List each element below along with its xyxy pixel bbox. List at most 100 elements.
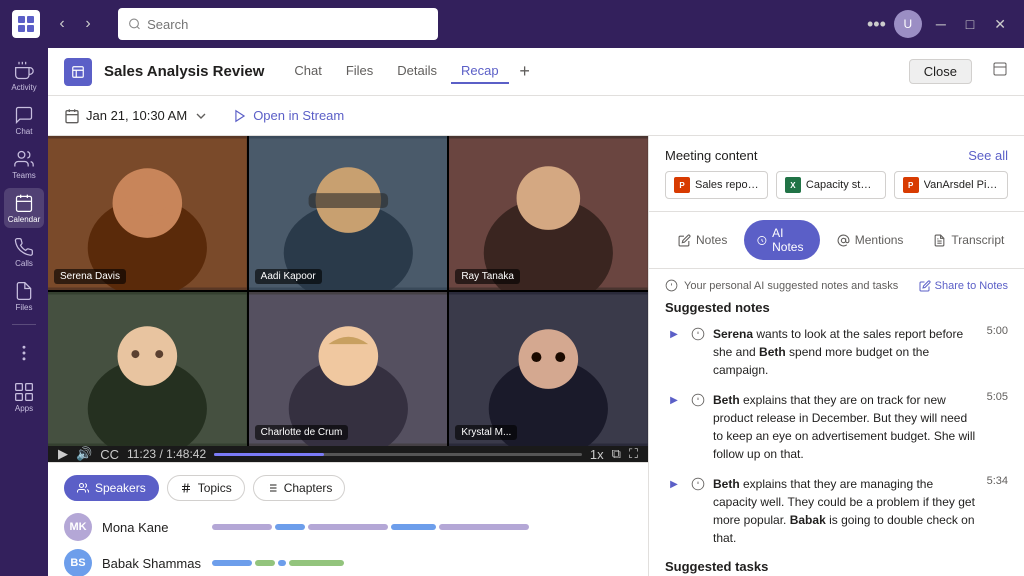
sidebar-label-teams: Teams (12, 171, 36, 180)
see-all-button[interactable]: See all (968, 148, 1008, 163)
minimize-button[interactable]: ─ (930, 16, 952, 32)
notes-tab-ai-notes[interactable]: AI Notes (744, 220, 819, 260)
date-bar: Jan 21, 10:30 AM Open in Stream (48, 96, 1024, 136)
file-name-1: Capacity stats list... (806, 179, 877, 191)
sidebar-item-calls[interactable]: Calls (4, 232, 44, 272)
notes-tab-notes[interactable]: Notes (665, 220, 740, 260)
xls-icon: X (785, 177, 801, 193)
sidebar-item-chat[interactable]: Chat (4, 100, 44, 140)
suggested-notes-title: Suggested notes (665, 300, 1008, 315)
file-chip-0[interactable]: P Sales report Q4... (665, 171, 768, 199)
sidebar-label-files: Files (16, 303, 33, 312)
fullscreen-button[interactable]: ⛶ (629, 446, 638, 462)
avatar-mona: MK (64, 513, 92, 541)
play-icon-2[interactable]: ▶ (670, 479, 678, 490)
note-bullet-2: ▶ (665, 475, 683, 493)
open-in-stream-button[interactable]: Open in Stream (233, 108, 344, 123)
note-bullet-0: ▶ (665, 325, 683, 343)
content-area: Sales Analysis Review Chat Files Details… (48, 48, 1024, 576)
video-cell-krystal: Krystal M... (449, 292, 648, 446)
tab-chat[interactable]: Chat (284, 59, 331, 84)
notes-tab-mentions-label: Mentions (855, 233, 904, 247)
pip-button[interactable]: ⧉ (612, 446, 621, 462)
volume-button[interactable]: 🔊 (76, 446, 92, 462)
restore-button[interactable]: □ (960, 16, 980, 32)
notes-tab-notes-label: Notes (696, 233, 727, 247)
meeting-content-title: Meeting content (665, 148, 758, 163)
notes-tabs: Notes AI Notes Mentions Transcript (649, 212, 1024, 269)
rp-header: Meeting content See all (649, 136, 1024, 171)
notes-tab-mentions[interactable]: Mentions (824, 220, 917, 260)
forward-arrow[interactable]: › (76, 12, 100, 36)
progress-bar[interactable] (214, 453, 582, 456)
share-to-notes-button[interactable]: Share to Notes (919, 280, 1008, 292)
file-name-0: Sales report Q4... (695, 179, 759, 191)
tab-speakers[interactable]: Speakers (64, 475, 159, 501)
ppt-icon: P (674, 177, 690, 193)
speaker-name-mona: Mona Kane (102, 520, 202, 535)
search-bar[interactable] (118, 8, 438, 40)
note-body-2: Beth explains that they are managing the… (713, 475, 979, 547)
tab-files[interactable]: Files (336, 59, 383, 84)
video-cell-4 (48, 292, 247, 446)
channel-title: Sales Analysis Review (104, 63, 264, 80)
sidebar: Activity Chat Teams Calendar Calls Files (0, 48, 48, 576)
note-bullet-1: ▶ (665, 391, 683, 409)
sidebar-item-apps[interactable]: Apps (4, 377, 44, 417)
topbar: ‹ › ••• U ─ □ ✕ (0, 0, 1024, 48)
play-icon-1[interactable]: ▶ (670, 395, 678, 406)
search-input[interactable] (147, 17, 428, 32)
note-time-2: 5:34 (987, 475, 1008, 487)
sidebar-item-activity[interactable]: Activity (4, 56, 44, 96)
sidebar-item-calendar[interactable]: Calendar (4, 188, 44, 228)
tab-details[interactable]: Details (387, 59, 447, 84)
sidebar-item-files[interactable]: Files (4, 276, 44, 316)
sidebar-label-calendar: Calendar (8, 215, 40, 224)
close-window-button[interactable]: ✕ (988, 16, 1012, 33)
time-display: 11:23 / 1:48:42 (127, 447, 206, 461)
meeting-files: P Sales report Q4... X Capacity stats li… (649, 171, 1024, 212)
file-chip-1[interactable]: X Capacity stats list... (776, 171, 886, 199)
video-grid: Serena Davis Aadi Kapoor (48, 136, 648, 446)
play-icon-0[interactable]: ▶ (670, 329, 678, 340)
channel-header: Sales Analysis Review Chat Files Details… (48, 48, 1024, 96)
sidebar-item-teams[interactable]: Teams (4, 144, 44, 184)
ppt-icon-2: P (903, 177, 919, 193)
captions-button[interactable]: CC (100, 447, 119, 462)
right-panel: Meeting content See all P Sales report Q… (648, 136, 1024, 576)
sidebar-divider (12, 324, 36, 325)
ai-personal-note: Your personal AI suggested notes and tas… (665, 279, 1008, 292)
tab-chapters[interactable]: Chapters (253, 475, 346, 501)
date-selector[interactable]: Jan 21, 10:30 AM (64, 108, 209, 124)
nav-arrows: ‹ › (50, 12, 100, 36)
participant-label-aadi: Aadi Kapoor (255, 269, 322, 284)
notes-tab-transcript[interactable]: Transcript (920, 220, 1017, 260)
file-chip-2[interactable]: P VanArsdel PitchDe... (894, 171, 1008, 199)
back-arrow[interactable]: ‹ (50, 12, 74, 36)
notes-tab-ai-notes-label: AI Notes (772, 226, 807, 254)
more-options-icon[interactable]: ••• (867, 14, 886, 35)
tab-recap[interactable]: Recap (451, 59, 509, 84)
ai-personal-label: Your personal AI suggested notes and tas… (684, 280, 898, 292)
speed-button[interactable]: 1x (590, 447, 604, 462)
user-avatar[interactable]: U (894, 10, 922, 38)
participant-label-krystal: Krystal M... (455, 425, 517, 440)
app-logo (12, 10, 40, 38)
ai-notes-content: Your personal AI suggested notes and tas… (649, 269, 1024, 576)
tab-topics[interactable]: Topics (167, 475, 245, 501)
speaker-name-babak: Babak Shammas (102, 556, 202, 571)
file-name-2: VanArsdel PitchDe... (924, 179, 999, 191)
sidebar-item-more[interactable] (4, 333, 44, 373)
speakers-tabs: Speakers Topics Chapters (64, 475, 632, 501)
close-button[interactable]: Close (909, 59, 972, 84)
date-label: Jan 21, 10:30 AM (86, 108, 187, 123)
sidebar-label-apps: Apps (15, 404, 33, 413)
note-time-0: 5:00 (987, 325, 1008, 337)
video-cell-ray: Ray Tanaka (449, 136, 648, 290)
play-button[interactable]: ▶ (58, 446, 68, 462)
video-section: Serena Davis Aadi Kapoor (48, 136, 648, 576)
note-time-1: 5:05 (987, 391, 1008, 403)
expand-icon[interactable] (992, 61, 1008, 82)
add-tab-button[interactable]: + (513, 60, 537, 84)
channel-tabs: Chat Files Details Recap + (284, 59, 536, 84)
